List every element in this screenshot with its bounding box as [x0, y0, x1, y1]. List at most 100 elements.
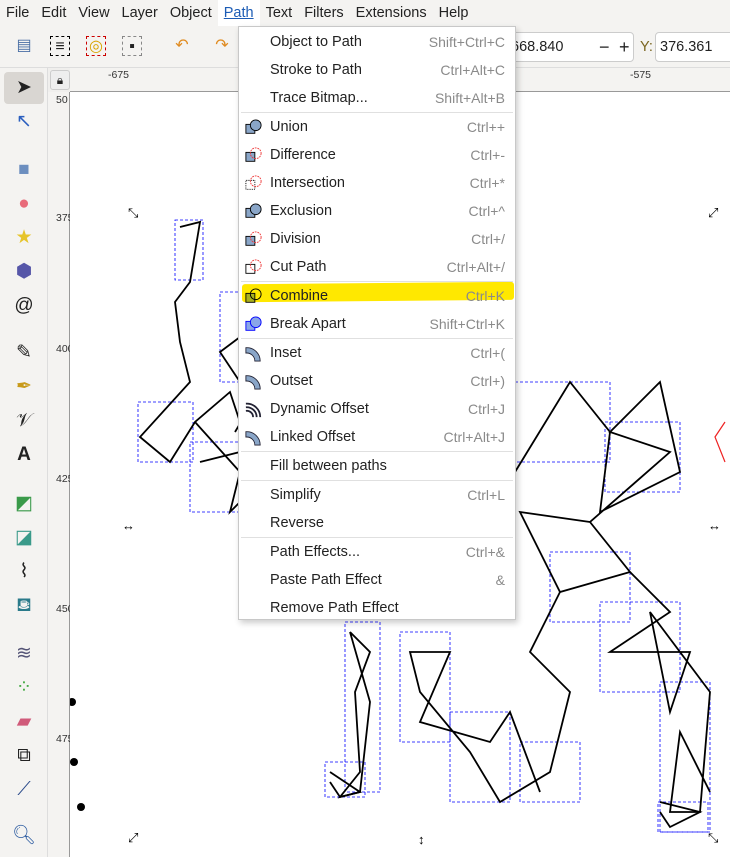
menu-item-intersection[interactable]: Intersection Ctrl+*	[239, 169, 515, 197]
scale-handle-icon: ⤡	[708, 830, 719, 845]
menu-item-shortcut: Ctrl+L	[467, 487, 505, 503]
menu-item-combine[interactable]: Combine Ctrl+K	[239, 282, 515, 310]
text-tool-icon[interactable]: A	[10, 441, 38, 469]
menu-file[interactable]: File	[0, 0, 35, 26]
outset-icon	[245, 375, 261, 390]
menu-item-shortcut: Shift+Ctrl+C	[428, 34, 505, 50]
3d-box-tool-icon[interactable]: ⬢	[10, 258, 38, 286]
menu-view[interactable]: View	[72, 0, 115, 26]
menu-item-path-effects[interactable]: Path Effects... Ctrl+&	[239, 538, 515, 566]
zoom-tool-icon[interactable]: 🔍︎	[10, 822, 38, 850]
gradient-tool-icon[interactable]: ◩	[10, 490, 38, 518]
ruler-label: 425	[56, 473, 74, 485]
menu-item-cut-path[interactable]: Cut Path Ctrl+Alt+/	[239, 253, 515, 281]
menu-item-reverse[interactable]: Reverse	[239, 509, 515, 537]
path-menu: Object to Path Shift+Ctrl+C Stroke to Path…	[238, 26, 516, 620]
x-increment-button[interactable]: +	[619, 33, 630, 61]
menu-item-remove-path-effect[interactable]: Remove Path Effect	[239, 594, 515, 622]
eraser-tool-icon[interactable]: ▰	[10, 708, 38, 736]
pencil-tool-icon[interactable]: ✎	[10, 339, 38, 367]
x-decrement-button[interactable]: −	[599, 33, 610, 61]
menu-item-outset[interactable]: Outset Ctrl+)	[239, 367, 515, 395]
menu-item-simplify[interactable]: Simplify Ctrl+L	[239, 481, 515, 509]
spiral-tool-icon[interactable]: @	[10, 292, 38, 320]
scale-handle-icon: ⤢	[708, 205, 718, 220]
menu-item-shortcut: Ctrl++	[466, 119, 505, 135]
difference-icon	[245, 147, 262, 162]
menu-item-break-apart[interactable]: Break Apart Shift+Ctrl+K	[239, 310, 515, 338]
menu-item-label: Union	[270, 119, 308, 135]
pen-tool-icon[interactable]: ✒	[10, 373, 38, 401]
x-field[interactable]: 668.840 − +	[506, 32, 634, 62]
menu-extensions[interactable]: Extensions	[350, 0, 433, 26]
x-value: 668.840	[511, 39, 564, 55]
star-tool-icon[interactable]: ★	[10, 224, 38, 252]
y-field[interactable]: 376.361	[655, 32, 730, 62]
menu-item-shortcut: Shift+Ctrl+K	[429, 316, 505, 332]
menu-item-dynamic-offset[interactable]: Dynamic Offset Ctrl+J	[239, 395, 515, 423]
measure-tool-icon[interactable]: ⟋	[10, 776, 38, 804]
menu-help[interactable]: Help	[433, 0, 475, 26]
document-properties-icon[interactable]: ▤	[14, 36, 34, 56]
paint-bucket-tool-icon[interactable]: ⛾	[10, 592, 38, 620]
menu-item-label: Division	[270, 231, 321, 247]
rotate-cw-icon[interactable]: ↷	[212, 36, 232, 56]
rotate-ccw-icon[interactable]: ↶	[172, 36, 192, 56]
menu-item-shortcut: Ctrl+&	[465, 544, 505, 560]
menu-edit[interactable]: Edit	[35, 0, 72, 26]
tweak-tool-icon[interactable]: ≋	[10, 640, 38, 668]
menu-item-inset[interactable]: Inset Ctrl+(	[239, 339, 515, 367]
scale-handle-icon: ⤡	[128, 205, 139, 220]
ruler-label: 475	[56, 733, 74, 745]
menu-item-label: Difference	[270, 147, 336, 163]
menu-path[interactable]: Path	[217, 0, 260, 26]
menu-item-shortcut: Ctrl+Alt+/	[446, 259, 505, 275]
ruler-label: -675	[108, 69, 130, 81]
menu-item-paste-path-effect[interactable]: Paste Path Effect &	[239, 566, 515, 594]
menu-filters[interactable]: Filters	[298, 0, 349, 26]
mesh-tool-icon[interactable]: ◪	[10, 524, 38, 552]
menu-item-label: Remove Path Effect	[270, 600, 399, 616]
calligraphy-tool-icon[interactable]: 𝒱	[10, 407, 38, 435]
menu-item-union[interactable]: Union Ctrl++	[239, 113, 515, 141]
rectangle-tool-icon[interactable]: ■	[10, 156, 38, 184]
dropper-tool-icon[interactable]: ⌇	[10, 558, 38, 586]
menu-text[interactable]: Text	[260, 0, 299, 26]
node-tool-icon[interactable]: ↖	[10, 108, 38, 136]
menu-item-shortcut: Ctrl+Alt+C	[440, 62, 505, 78]
spray-tool-icon[interactable]: ⁘	[10, 674, 38, 702]
menu-layer[interactable]: Layer	[116, 0, 164, 26]
scale-handle-icon: ↔	[708, 518, 721, 533]
menu-item-division[interactable]: Division Ctrl+/	[239, 225, 515, 253]
ruler-label: -575	[630, 69, 652, 81]
menu-item-label: Paste Path Effect	[270, 572, 382, 588]
menu-item-stroke-to-path[interactable]: Stroke to Path Ctrl+Alt+C	[239, 56, 515, 84]
menu-item-label: Simplify	[270, 487, 321, 503]
menubar: File Edit View Layer Object Path Text Filters Ex…	[0, 0, 730, 26]
division-icon	[245, 231, 262, 246]
menu-item-object-to-path[interactable]: Object to Path Shift+Ctrl+C	[239, 28, 515, 56]
intersection-icon	[245, 175, 262, 190]
menu-item-linked-offset[interactable]: Linked Offset Ctrl+Alt+J	[239, 423, 515, 451]
select-all-icon[interactable]: ≡	[50, 36, 70, 56]
ruler-label: 375	[56, 212, 74, 224]
menu-item-label: Linked Offset	[270, 429, 356, 445]
ellipse-tool-icon[interactable]: ●	[10, 190, 38, 218]
menu-item-exclusion[interactable]: Exclusion Ctrl+^	[239, 197, 515, 225]
selector-tool-icon[interactable]: ➤	[4, 72, 44, 104]
vertical-ruler: 50 375 400 425 450 475	[48, 92, 74, 857]
select-same-icon[interactable]: ◎	[86, 36, 106, 56]
connector-tool-icon[interactable]: ⧉	[10, 742, 38, 770]
menu-item-fill-between-paths[interactable]: Fill between paths	[239, 452, 515, 480]
deselect-icon[interactable]: ▪	[122, 36, 142, 56]
lock-guides-icon[interactable]: 🔒︎	[50, 70, 70, 90]
menu-item-shortcut: Ctrl+-	[470, 147, 505, 163]
menu-item-label: Path Effects...	[270, 544, 361, 560]
ruler-label: 400	[56, 343, 74, 355]
menu-item-difference[interactable]: Difference Ctrl+-	[239, 141, 515, 169]
menu-item-label: Fill between paths	[270, 458, 387, 474]
menu-item-shortcut: &	[495, 572, 505, 588]
menu-item-label: Inset	[270, 345, 302, 361]
menu-item-trace-bitmap[interactable]: Trace Bitmap... Shift+Alt+B	[239, 84, 515, 112]
menu-object[interactable]: Object	[164, 0, 218, 26]
